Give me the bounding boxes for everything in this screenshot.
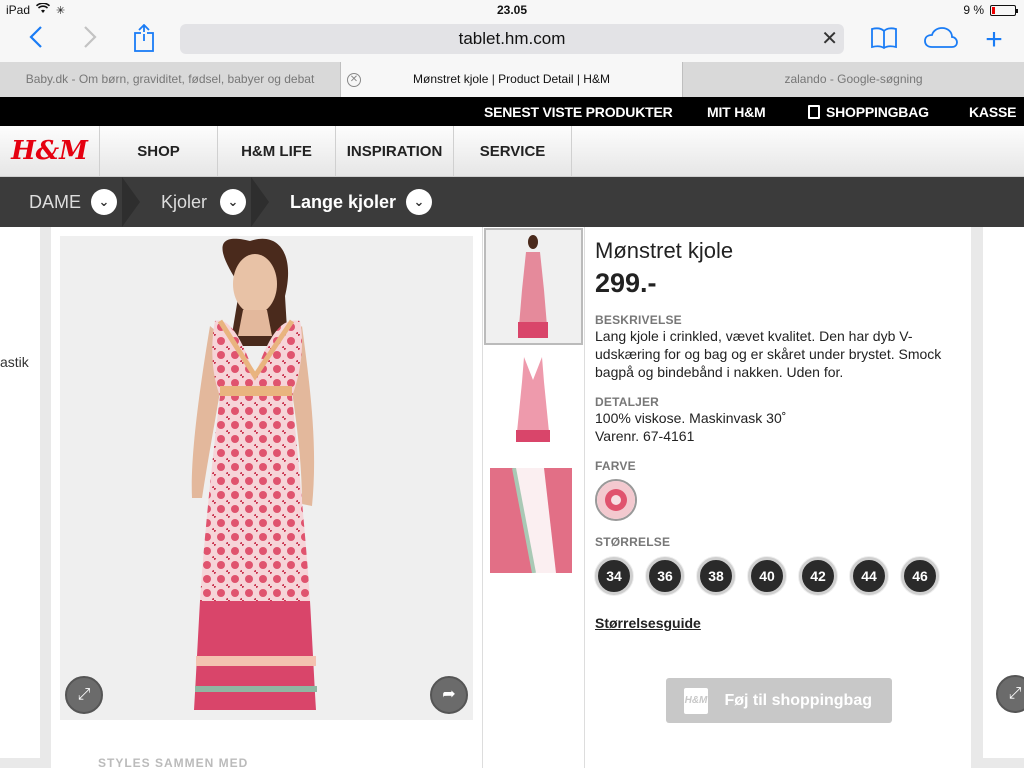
breadcrumb-kjoler[interactable]: Kjoler <box>161 177 207 227</box>
thumbnail-3[interactable] <box>484 467 583 574</box>
details-material: 100% viskose. Maskinvask 30˚ <box>595 410 787 426</box>
pattern-swatch-icon <box>597 481 635 519</box>
product-price: 299.- <box>595 268 657 298</box>
forward-button[interactable] <box>74 24 106 56</box>
breadcrumb-dame[interactable]: DAME <box>29 177 81 227</box>
close-tab-icon[interactable]: ✕ <box>347 73 361 87</box>
breadcrumb-lange-kjoler: Lange kjoler <box>290 192 397 212</box>
nav-shop[interactable]: SHOP <box>100 126 218 177</box>
breadcrumb-separator <box>122 177 140 227</box>
size-40[interactable]: 40 <box>748 557 786 595</box>
description-heading: BESKRIVELSE <box>595 313 682 327</box>
cloud-icon <box>924 27 958 48</box>
chevron-right-icon <box>84 26 97 48</box>
nav-hm-life[interactable]: H&M LIFE <box>218 126 336 177</box>
add-to-bag-label: Føj til shoppingbag <box>724 692 872 709</box>
product-title: Mønstret kjole <box>595 238 734 263</box>
battery-icon <box>990 4 1018 16</box>
main-nav: H&M SHOP H&M LIFE INSPIRATION SERVICE <box>0 126 1024 177</box>
share-icon <box>134 23 154 52</box>
tab-hm-active[interactable]: ✕ Mønstret kjole | Product Detail | H&M <box>341 62 683 97</box>
share-image-icon[interactable]: ➦ <box>430 676 468 714</box>
details-article-number: Varenr. 67-4161 <box>595 428 695 444</box>
breadcrumb-separator <box>251 177 269 227</box>
size-36[interactable]: 36 <box>646 557 684 595</box>
details-heading: DETALJER <box>595 395 660 409</box>
size-heading: STØRRELSE <box>595 535 671 549</box>
clock: 23.05 <box>496 3 528 17</box>
color-swatch[interactable] <box>595 479 637 521</box>
thumbnail-2[interactable] <box>484 352 583 457</box>
tab-title: Baby.dk - Om børn, graviditet, fødsel, b… <box>25 72 315 86</box>
dress-thumbnail-flat <box>516 357 550 442</box>
nav-service[interactable]: SERVICE <box>454 126 572 177</box>
description-text: Lang kjole i crinkled, vævet kvalitet. D… <box>595 328 942 380</box>
battery-percent: 9 % <box>963 3 984 17</box>
clear-url-icon[interactable]: ✕ <box>821 24 838 54</box>
size-guide-link[interactable]: Størrelsesguide <box>595 615 701 631</box>
thumbnail-column <box>482 227 585 768</box>
size-38[interactable]: 38 <box>697 557 735 595</box>
expand-icon[interactable]: ⤢ <box>996 675 1024 713</box>
size-46[interactable]: 46 <box>901 557 939 595</box>
chevron-down-icon[interactable]: ⌄ <box>91 189 117 215</box>
icloud-tabs-button[interactable] <box>922 24 960 56</box>
chevron-down-icon[interactable]: ⌄ <box>220 189 246 215</box>
add-to-bag-button[interactable]: H&M Føj til shoppingbag <box>666 678 892 723</box>
hm-logo[interactable]: H&M <box>0 126 100 177</box>
browser-toolbar: tablet.hm.com ✕ + <box>0 20 1024 62</box>
chevron-left-icon <box>29 26 42 48</box>
size-selector: 34 36 38 40 42 44 46 <box>595 557 965 595</box>
tab-zalando[interactable]: zalando - Google-søgning <box>683 62 1024 97</box>
size-42[interactable]: 42 <box>799 557 837 595</box>
dress-model-image <box>191 238 317 710</box>
my-hm-link[interactable]: MIT H&M <box>707 104 766 120</box>
shopping-bag-link[interactable]: SHOPPINGBAG <box>808 104 929 120</box>
book-icon <box>871 27 897 50</box>
bag-icon <box>808 105 820 119</box>
next-product-fragment[interactable]: ⤢ <box>983 227 1024 758</box>
size-44[interactable]: 44 <box>850 557 888 595</box>
product-main-image[interactable]: ⤢ ➦ <box>60 236 473 720</box>
thumbnail-1[interactable] <box>484 228 583 345</box>
tab-babydk[interactable]: Baby.dk - Om børn, graviditet, fødsel, b… <box>0 62 341 97</box>
hm-top-bar: SENEST VISTE PRODUKTER MIT H&M SHOPPINGB… <box>0 97 1024 126</box>
bookmarks-button[interactable] <box>868 24 900 56</box>
product-info: Mønstret kjole 299.- BESKRIVELSE Lang kj… <box>595 238 965 633</box>
fullscreen-icon[interactable]: ⤢ <box>65 676 103 714</box>
breadcrumb: DAME ⌄ Kjoler ⌄ Lange kjoler ⌄ <box>0 177 1024 227</box>
dress-thumbnail-detail <box>490 467 572 574</box>
color-heading: FARVE <box>595 459 636 473</box>
tab-title: zalando - Google-søgning <box>784 72 923 86</box>
fragment-text: astik <box>0 354 29 370</box>
new-tab-button[interactable]: + <box>978 24 1010 56</box>
tab-title: Mønstret kjole | Product Detail | H&M <box>413 72 610 86</box>
chevron-down-icon[interactable]: ⌄ <box>406 189 432 215</box>
status-bar: iPad ✳ 23.05 9 % <box>0 0 1024 20</box>
tab-bar: Baby.dk - Om børn, graviditet, fødsel, b… <box>0 62 1024 97</box>
dress-thumbnail-model <box>486 230 581 343</box>
nav-inspiration[interactable]: INSPIRATION <box>336 126 454 177</box>
size-34[interactable]: 34 <box>595 557 633 595</box>
shopping-bag-label: SHOPPINGBAG <box>826 104 929 120</box>
share-button[interactable] <box>128 23 160 56</box>
plus-icon: + <box>985 23 1003 56</box>
hm-bag-icon: H&M <box>684 688 708 714</box>
address-bar[interactable]: tablet.hm.com ✕ <box>180 24 844 54</box>
recently-viewed-link[interactable]: SENEST VISTE PRODUKTER <box>484 104 673 120</box>
back-button[interactable] <box>20 24 52 56</box>
url-text: tablet.hm.com <box>458 29 566 48</box>
checkout-link[interactable]: KASSE <box>969 104 1016 120</box>
previous-product-fragment[interactable]: astik <box>0 227 40 758</box>
